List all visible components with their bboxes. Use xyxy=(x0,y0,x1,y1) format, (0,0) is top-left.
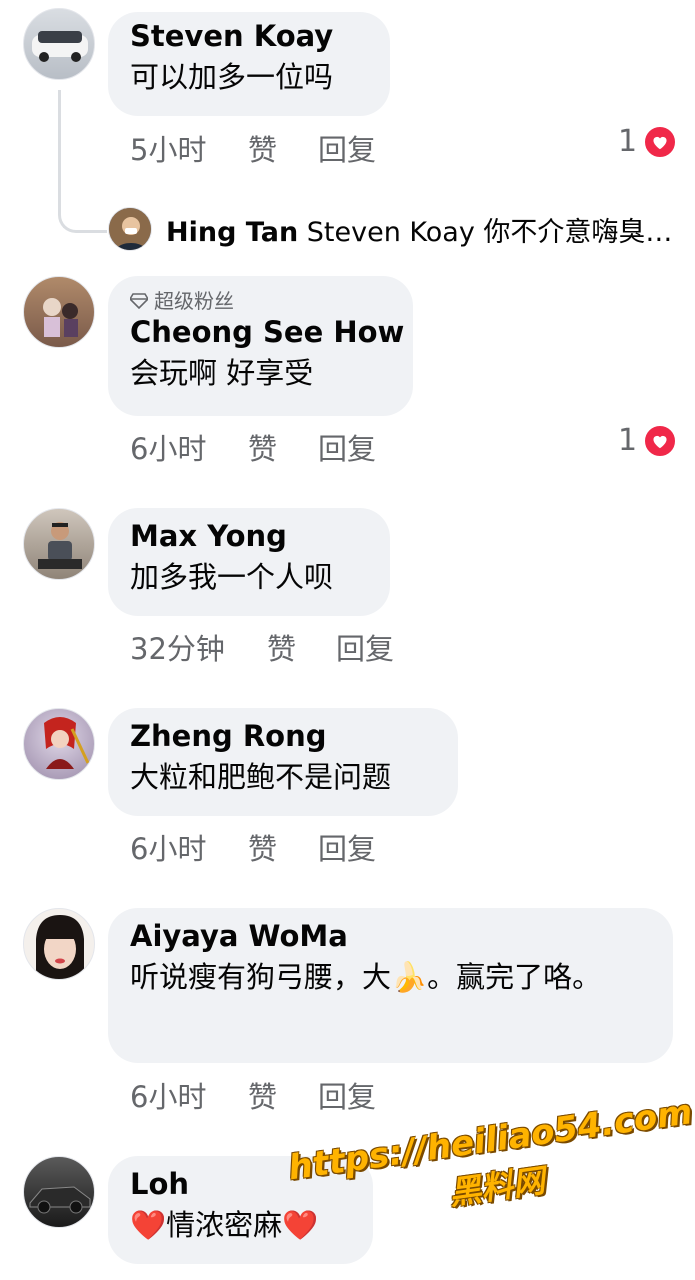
reply-button[interactable]: 回复 xyxy=(318,130,376,170)
reaction-number: 1 xyxy=(618,423,638,458)
reaction-number: 1 xyxy=(618,124,638,159)
car-avatar-icon xyxy=(32,31,88,62)
comment-text: 听说瘦有狗弓腰，大🍌。赢完了咯。 xyxy=(130,960,602,994)
like-button[interactable]: 赞 xyxy=(248,1077,318,1117)
reply-snippet: Steven Koay 你不介意嗨臭… xyxy=(306,216,673,248)
like-button[interactable]: 赞 xyxy=(248,130,318,170)
commenter-name[interactable]: Loh xyxy=(130,1166,351,1202)
reply-preview[interactable]: Hing Tan Steven Koay 你不介意嗨臭… xyxy=(108,207,672,251)
heart-icon xyxy=(643,423,678,458)
comment-bubble[interactable]: Max Yong 加多我一个人呗 xyxy=(108,508,390,616)
person-avatar-icon xyxy=(109,208,151,250)
top-fan-badge: 超级粉丝 xyxy=(130,288,391,314)
comment-text: ❤️情浓密麻❤️ xyxy=(130,1208,319,1242)
comment-bubble[interactable]: Loh ❤️情浓密麻❤️ xyxy=(108,1156,373,1264)
reply-author[interactable]: Hing Tan xyxy=(166,217,298,248)
avatar-steven-koay[interactable] xyxy=(23,8,95,80)
comment-bubble[interactable]: Steven Koay 可以加多一位吗 xyxy=(108,12,390,116)
comment-actions: 6小时 赞 回复 xyxy=(130,1077,376,1117)
badge-label: 超级粉丝 xyxy=(154,289,234,313)
comment-actions: 5小时 赞 回复 xyxy=(130,130,376,170)
avatar-aiyaya-woma[interactable] xyxy=(23,908,95,980)
comment-actions: 32分钟 赞 回复 xyxy=(130,629,394,669)
reply-button[interactable]: 回复 xyxy=(336,629,394,669)
car-avatar-icon xyxy=(29,1186,91,1214)
commenter-name[interactable]: Max Yong xyxy=(130,518,368,554)
comment-actions: 6小时 赞 回复 xyxy=(130,429,376,469)
comment-time: 32分钟 xyxy=(130,632,225,666)
reaction-count[interactable]: 1 xyxy=(618,124,678,159)
comment-actions: 6小时 赞 回复 xyxy=(130,829,376,869)
commenter-name[interactable]: Zheng Rong xyxy=(130,718,436,754)
like-button[interactable]: 赞 xyxy=(248,829,318,869)
comment-text: 大粒和肥鲍不是问题 xyxy=(130,760,392,794)
person-avatar-icon xyxy=(38,522,82,569)
comment-text: 加多我一个人呗 xyxy=(130,560,334,594)
comment-bubble[interactable]: Aiyaya WoMa 听说瘦有狗弓腰，大🍌。赢完了咯。 xyxy=(108,908,673,1063)
reply-button[interactable]: 回复 xyxy=(318,429,376,469)
commenter-name[interactable]: Steven Koay xyxy=(130,18,368,54)
comment-time: 6小时 xyxy=(130,1080,207,1114)
figure-avatar-icon xyxy=(43,298,78,337)
reply-button[interactable]: 回复 xyxy=(318,1077,376,1117)
thread-connector xyxy=(58,90,107,233)
reply-preview-text: Hing Tan Steven Koay 你不介意嗨臭… xyxy=(166,210,672,249)
avatar-cheong-see-how[interactable] xyxy=(23,276,95,348)
comment-text: 可以加多一位吗 xyxy=(130,60,334,94)
reply-button[interactable]: 回复 xyxy=(318,829,376,869)
avatar-hing-tan xyxy=(108,207,152,251)
comment-time: 5小时 xyxy=(130,133,207,167)
person-avatar-icon xyxy=(36,915,84,979)
avatar-max-yong[interactable] xyxy=(23,508,95,580)
commenter-name[interactable]: Aiyaya WoMa xyxy=(130,918,651,954)
comment-bubble[interactable]: 超级粉丝 Cheong See How 会玩啊 好享受 xyxy=(108,276,413,416)
diamond-icon xyxy=(130,293,148,309)
heart-icon xyxy=(643,124,678,159)
reaction-count[interactable]: 1 xyxy=(618,423,678,458)
avatar-loh[interactable] xyxy=(23,1156,95,1228)
like-button[interactable]: 赞 xyxy=(248,429,318,469)
commenter-name[interactable]: Cheong See How xyxy=(130,314,404,350)
comment-text: 会玩啊 好享受 xyxy=(130,356,314,390)
comment-time: 6小时 xyxy=(130,832,207,866)
like-button[interactable]: 赞 xyxy=(267,629,336,669)
comment-time: 6小时 xyxy=(130,432,207,466)
character-avatar-icon xyxy=(44,717,90,769)
avatar-zheng-rong[interactable] xyxy=(23,708,95,780)
comment-bubble[interactable]: Zheng Rong 大粒和肥鲍不是问题 xyxy=(108,708,458,816)
